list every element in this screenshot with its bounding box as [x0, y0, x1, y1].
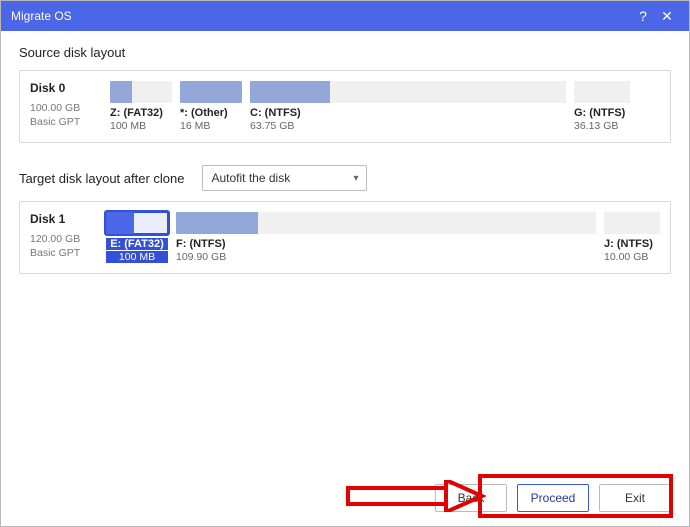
- fit-mode-value: Autofit the disk: [211, 171, 290, 185]
- partition-bar: [250, 81, 566, 103]
- source-disk-size: 100.00 GB: [30, 101, 100, 115]
- partition-bar: [604, 212, 660, 234]
- source-label: Source disk layout: [19, 45, 671, 60]
- partition-size: 100 MB: [106, 251, 168, 263]
- partition-bar: [106, 212, 168, 234]
- source-disk-name: Disk 0: [30, 81, 100, 95]
- partition-size: 36.13 GB: [574, 120, 630, 132]
- close-icon[interactable]: ✕: [655, 8, 679, 25]
- source-disk-style: Basic GPT: [30, 115, 100, 129]
- proceed-button[interactable]: Proceed: [517, 484, 589, 512]
- partition-label: *: (Other): [180, 107, 242, 119]
- partition-fill: [110, 81, 132, 103]
- partition-label: G: (NTFS): [574, 107, 630, 119]
- partition-bar: [574, 81, 630, 103]
- source-partitions: Z: (FAT32)100 MB*: (Other)16 MBC: (NTFS)…: [110, 81, 660, 132]
- target-disk-meta: Disk 1 120.00 GB Basic GPT: [30, 212, 96, 260]
- partition-size: 63.75 GB: [250, 120, 566, 132]
- partition-size: 109.90 GB: [176, 251, 596, 263]
- partition-bar: [180, 81, 242, 103]
- target-header-row: Target disk layout after clone Autofit t…: [19, 165, 671, 191]
- partition[interactable]: *: (Other)16 MB: [180, 81, 242, 132]
- partition[interactable]: G: (NTFS)36.13 GB: [574, 81, 630, 132]
- window-title: Migrate OS: [11, 9, 631, 23]
- titlebar: Migrate OS ? ✕: [1, 1, 689, 31]
- target-label: Target disk layout after clone: [19, 171, 184, 186]
- target-disk-style: Basic GPT: [30, 246, 96, 260]
- partition-fill: [180, 81, 242, 103]
- spacer: [19, 296, 671, 464]
- partition-bar: [176, 212, 596, 234]
- partition[interactable]: Z: (FAT32)100 MB: [110, 81, 172, 132]
- partition-fill: [250, 81, 330, 103]
- exit-button[interactable]: Exit: [599, 484, 671, 512]
- partition[interactable]: J: (NTFS)10.00 GB: [604, 212, 660, 263]
- partition-label: C: (NTFS): [250, 107, 566, 119]
- help-icon[interactable]: ?: [631, 8, 655, 24]
- target-disk-name: Disk 1: [30, 212, 96, 226]
- partition-label: F: (NTFS): [176, 238, 596, 250]
- partition-label: Z: (FAT32): [110, 107, 172, 119]
- content: Source disk layout Disk 0 100.00 GB Basi…: [1, 31, 689, 470]
- fit-mode-dropdown[interactable]: Autofit the disk ▾: [202, 165, 367, 191]
- footer: Back Proceed Exit: [1, 470, 689, 526]
- partition-bar: [110, 81, 172, 103]
- target-disk-panel: Disk 1 120.00 GB Basic GPT E: (FAT32)100…: [19, 201, 671, 274]
- target-disk-size: 120.00 GB: [30, 232, 96, 246]
- partition-size: 100 MB: [110, 120, 172, 132]
- partition-label: J: (NTFS): [604, 238, 660, 250]
- partition-fill: [176, 212, 258, 234]
- partition-size: 16 MB: [180, 120, 242, 132]
- chevron-down-icon: ▾: [353, 173, 358, 184]
- partition[interactable]: C: (NTFS)63.75 GB: [250, 81, 566, 132]
- target-partitions: E: (FAT32)100 MBF: (NTFS)109.90 GBJ: (NT…: [106, 212, 660, 263]
- source-disk-panel: Disk 0 100.00 GB Basic GPT Z: (FAT32)100…: [19, 70, 671, 143]
- partition[interactable]: E: (FAT32)100 MB: [106, 212, 168, 263]
- partition[interactable]: F: (NTFS)109.90 GB: [176, 212, 596, 263]
- back-button[interactable]: Back: [435, 484, 507, 512]
- partition-fill: [106, 212, 134, 234]
- source-disk-meta: Disk 0 100.00 GB Basic GPT: [30, 81, 100, 129]
- window: Migrate OS ? ✕ Source disk layout Disk 0…: [0, 0, 690, 527]
- partition-label: E: (FAT32): [106, 238, 168, 250]
- partition-size: 10.00 GB: [604, 251, 660, 263]
